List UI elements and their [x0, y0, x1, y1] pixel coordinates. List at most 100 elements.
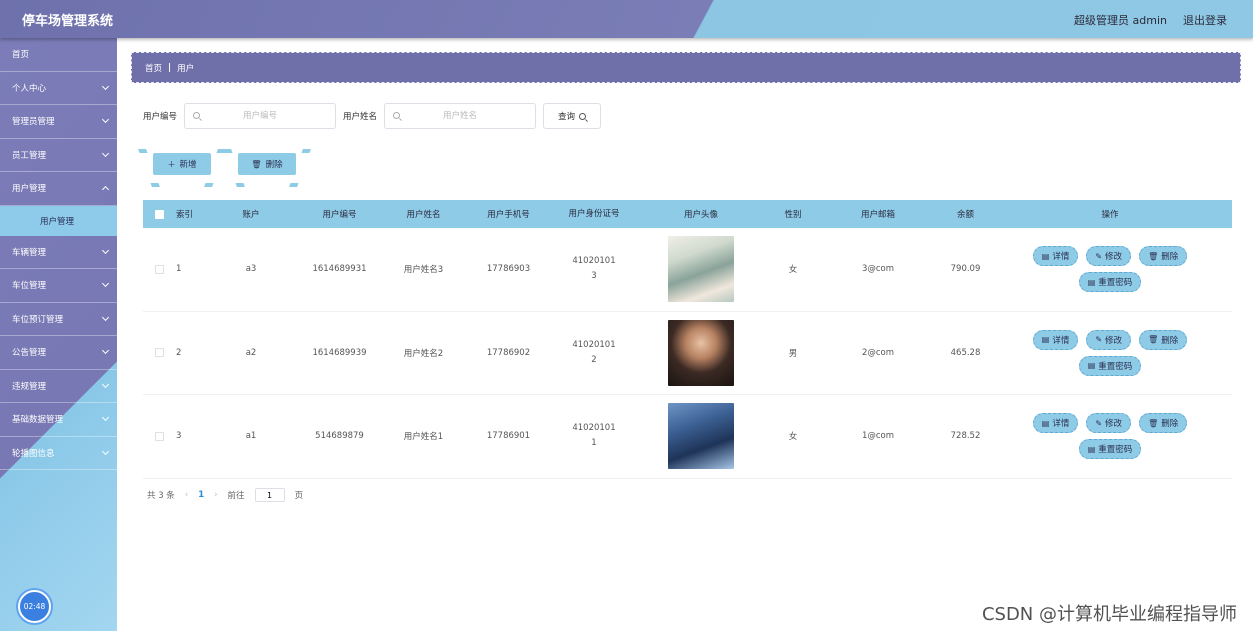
- user-name-input[interactable]: [385, 104, 536, 128]
- id-card-line: 41020101: [572, 256, 616, 267]
- pagination: 共 3 条 ‹ 1 › 前往 页: [147, 488, 303, 502]
- cell-user-name: 用户姓名3: [403, 265, 444, 276]
- breadcrumb-home[interactable]: 首页: [145, 62, 162, 74]
- edit-icon: ✎: [1095, 418, 1103, 428]
- edit-button-label: 修改: [1105, 252, 1123, 263]
- cell-actions: ▤ 详情 ✎ 修改 🗑 删除 ▤ 重置密码: [994, 413, 1226, 460]
- top-header: 停车场管理系统 超级管理员 admin 退出登录: [0, 0, 1253, 38]
- edit-button[interactable]: ✎ 修改: [1086, 413, 1132, 434]
- row-checkbox[interactable]: [155, 348, 164, 358]
- sidebar-item-label: 车位预订管理: [12, 314, 64, 325]
- row-select-cell: [143, 348, 176, 358]
- edit-icon: ✎: [1095, 251, 1103, 261]
- delete-button[interactable]: 🗑 删除: [1139, 246, 1188, 267]
- header-user-name: 用户姓名: [406, 210, 441, 220]
- chevron-down-icon: [101, 346, 110, 355]
- sidebar-item-user-management[interactable]: 用户管理: [0, 172, 117, 206]
- sidebar-item-violation-management[interactable]: 违规管理: [0, 370, 117, 403]
- main-content: 首页 | 用户 用户编号 用户姓名 查询 ＋ 新增 🗑 删除 索引 账户 用户: [117, 38, 1253, 631]
- document-icon: ▤: [1041, 418, 1050, 428]
- chevron-down-icon: [101, 246, 110, 254]
- document-icon: ▤: [1087, 444, 1096, 454]
- detail-button[interactable]: ▤ 详情: [1032, 413, 1079, 434]
- delete-button-label: 删除: [1161, 419, 1179, 430]
- reset-password-button[interactable]: ▤ 重置密码: [1078, 272, 1142, 293]
- sidebar-item-home[interactable]: 首页: [0, 38, 117, 72]
- table-row: 3 a1 514689879 用户姓名1 17786901 41020101 1 …: [143, 395, 1232, 479]
- sidebar-item-reservation-management[interactable]: 车位预订管理: [0, 303, 117, 336]
- cell-sex: 男: [788, 348, 798, 359]
- cell-avatar: [635, 236, 767, 303]
- sidebar-subitem-label: 用户管理: [40, 216, 75, 227]
- edit-button[interactable]: ✎ 修改: [1086, 246, 1132, 267]
- breadcrumb-separator: |: [168, 62, 172, 73]
- add-button[interactable]: ＋ 新增: [153, 153, 211, 175]
- chevron-down-icon: [101, 115, 110, 124]
- sidebar-item-staff-management[interactable]: 员工管理: [0, 139, 117, 172]
- trash-icon: 🗑: [1148, 335, 1159, 345]
- detail-button[interactable]: ▤ 详情: [1032, 246, 1079, 267]
- delete-button[interactable]: 🗑 删除: [1139, 329, 1188, 350]
- page-number[interactable]: 1: [198, 490, 204, 500]
- edit-button[interactable]: ✎ 修改: [1086, 329, 1132, 350]
- sidebar-item-vehicle-management[interactable]: 车辆管理: [0, 236, 117, 269]
- sidebar: 首页 个人中心 管理员管理 员工管理 用户管理 用户管理 车辆管理 车位管理 车…: [0, 38, 117, 631]
- user-name-field[interactable]: [384, 103, 537, 129]
- sidebar-item-label: 个人中心: [12, 83, 47, 94]
- document-icon: ▤: [1087, 277, 1096, 287]
- id-card-line: 3: [591, 271, 597, 282]
- search-icon: [579, 112, 587, 120]
- sidebar-item-space-management[interactable]: 车位管理: [0, 269, 117, 303]
- row-checkbox[interactable]: [155, 431, 164, 441]
- pagination-total: 共 3 条: [147, 491, 175, 501]
- next-page-button[interactable]: ›: [214, 490, 217, 500]
- chevron-down-icon: [101, 82, 110, 90]
- cell-balance: 728.52: [950, 431, 981, 442]
- delete-button[interactable]: 🗑 删除: [1139, 413, 1188, 434]
- cell-email: 2@com: [861, 347, 895, 358]
- sidebar-subitem-user-management[interactable]: 用户管理: [0, 205, 117, 236]
- breadcrumb: 首页 | 用户: [131, 52, 1241, 83]
- batch-delete-button[interactable]: 🗑 删除: [238, 153, 296, 175]
- cell-avatar: [635, 319, 767, 386]
- reset-password-button[interactable]: ▤ 重置密码: [1078, 439, 1142, 460]
- user-number-field[interactable]: [184, 103, 337, 129]
- sidebar-item-admin-management[interactable]: 管理员管理: [0, 105, 117, 139]
- chevron-down-icon: [101, 447, 110, 455]
- cell-account: a3: [245, 264, 257, 275]
- clock-badge: 02:48: [18, 590, 51, 623]
- cell-id-card: 41020101 2: [553, 338, 635, 368]
- cell-sex: 女: [788, 432, 798, 443]
- prev-page-button[interactable]: ‹: [185, 490, 188, 500]
- sidebar-item-label: 员工管理: [12, 150, 47, 161]
- cell-email: 1@com: [861, 431, 895, 442]
- query-button[interactable]: 查询: [543, 103, 602, 129]
- detail-button[interactable]: ▤ 详情: [1032, 329, 1079, 350]
- row-checkbox[interactable]: [155, 264, 164, 274]
- header-user-area: 超级管理员 admin 退出登录: [1074, 12, 1227, 28]
- user-number-input[interactable]: [185, 104, 336, 128]
- cell-avatar: [635, 403, 767, 470]
- sidebar-item-label: 首页: [12, 50, 30, 61]
- chevron-up-icon: [101, 185, 110, 194]
- logout-link[interactable]: 退出登录: [1183, 12, 1227, 28]
- app-title: 停车场管理系统: [22, 14, 114, 29]
- user-avatar-image: [668, 403, 734, 470]
- sidebar-item-personal-center[interactable]: 个人中心: [0, 72, 117, 105]
- id-card-line: 41020101: [572, 339, 616, 350]
- cell-index: 2: [176, 347, 182, 358]
- sidebar-item-base-data-management[interactable]: 基础数据管理: [0, 403, 117, 437]
- sidebar-item-label: 违规管理: [12, 381, 47, 392]
- goto-page-input[interactable]: [254, 488, 285, 502]
- reset-password-button[interactable]: ▤ 重置密码: [1078, 355, 1142, 376]
- sidebar-item-carousel-info[interactable]: 轮播图信息: [0, 437, 117, 470]
- row-action-group: ▤ 详情 ✎ 修改 🗑 删除 ▤ 重置密码: [1020, 329, 1200, 376]
- sidebar-item-notice-management[interactable]: 公告管理: [0, 336, 117, 370]
- row-select-cell: [143, 264, 176, 274]
- cell-phone: 17786901: [486, 431, 531, 442]
- table-row: 1 a3 1614689931 用户姓名3 17786903 41020101 3…: [143, 228, 1232, 312]
- current-user-label[interactable]: 超级管理员 admin: [1074, 12, 1167, 28]
- cell-email: 3@com: [861, 264, 895, 275]
- select-all-checkbox[interactable]: [155, 209, 164, 219]
- trash-icon: 🗑: [1148, 418, 1159, 428]
